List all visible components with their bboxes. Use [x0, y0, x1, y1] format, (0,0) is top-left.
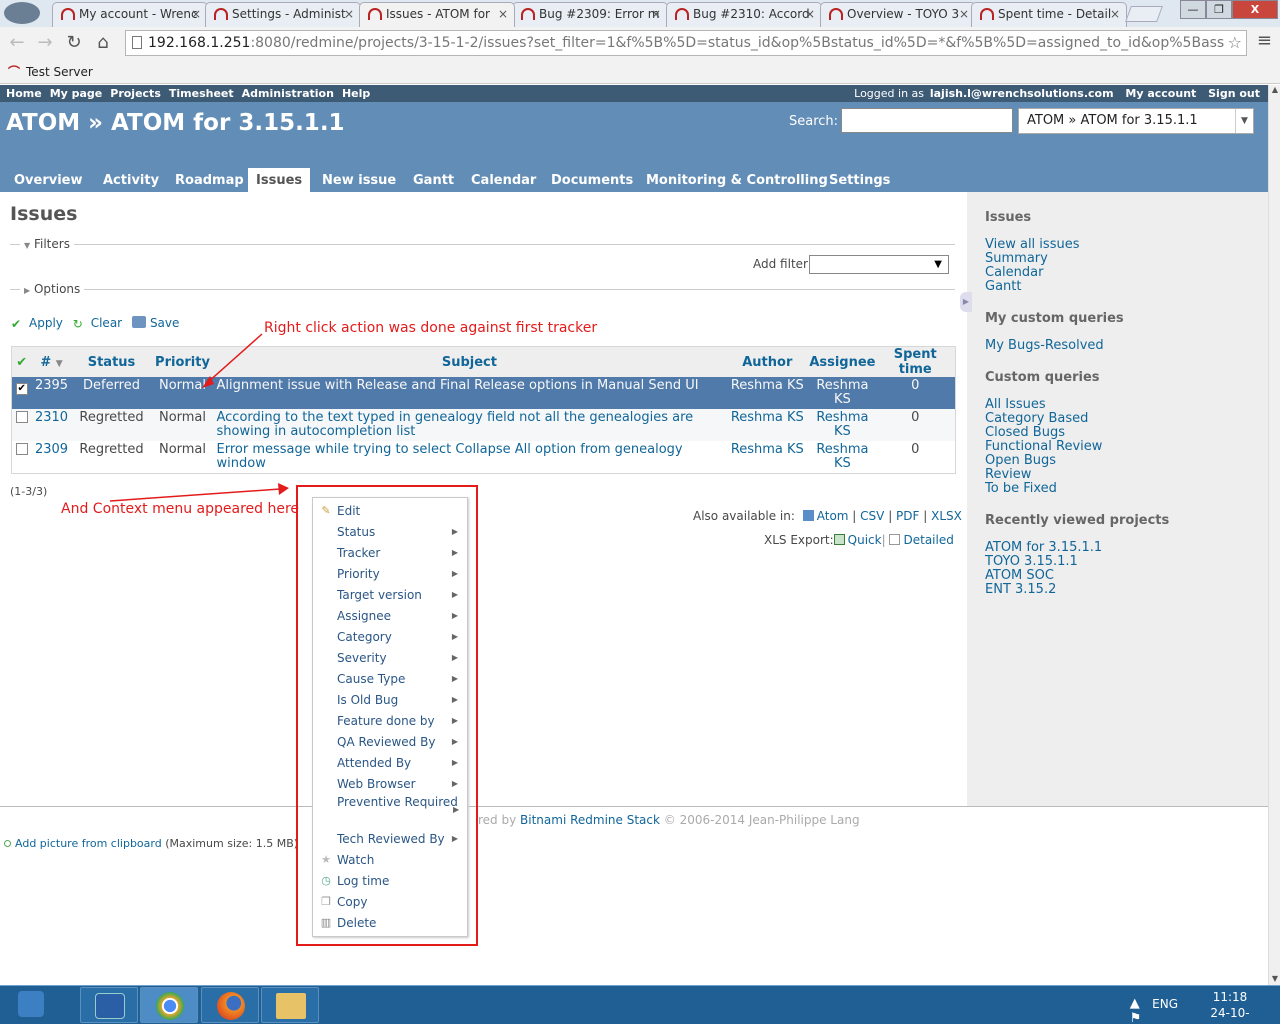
tab-title: Issues - ATOM for: [386, 7, 490, 21]
powershell-icon: [95, 993, 125, 1019]
windows-server-icon: [18, 991, 44, 1017]
firefox-icon: [217, 992, 245, 1020]
annotation-arrow-right-click: [206, 333, 263, 384]
annotation-arrows: [109, 333, 289, 502]
chrome-icon: [156, 992, 184, 1020]
annotation-arrowhead-context-menu: [278, 483, 289, 495]
redmine-icon: [368, 8, 382, 20]
close-tab-icon[interactable]: ×: [498, 3, 508, 26]
clock[interactable]: 11:1824-10-2014: [1200, 989, 1260, 1024]
taskbar-chrome[interactable]: [140, 987, 198, 1023]
taskbar-firefox[interactable]: [201, 987, 259, 1023]
annotation-arrow-context-menu: [109, 488, 281, 502]
start-button[interactable]: [2, 987, 60, 1023]
windows-taskbar: ▲ ⚑ ▣ ▤ ◉ ENG 11:1824-10-2014: [0, 985, 1280, 1024]
taskbar-powershell[interactable]: [80, 987, 138, 1023]
tray-icons[interactable]: ▲ ⚑ ▣ ▤ ◉: [1130, 996, 1148, 1024]
browser-tab[interactable]: Issues - ATOM for ×: [359, 2, 515, 27]
language-indicator[interactable]: ENG: [1152, 997, 1178, 1011]
folder-icon: [276, 993, 306, 1019]
taskbar-explorer[interactable]: [261, 987, 319, 1023]
